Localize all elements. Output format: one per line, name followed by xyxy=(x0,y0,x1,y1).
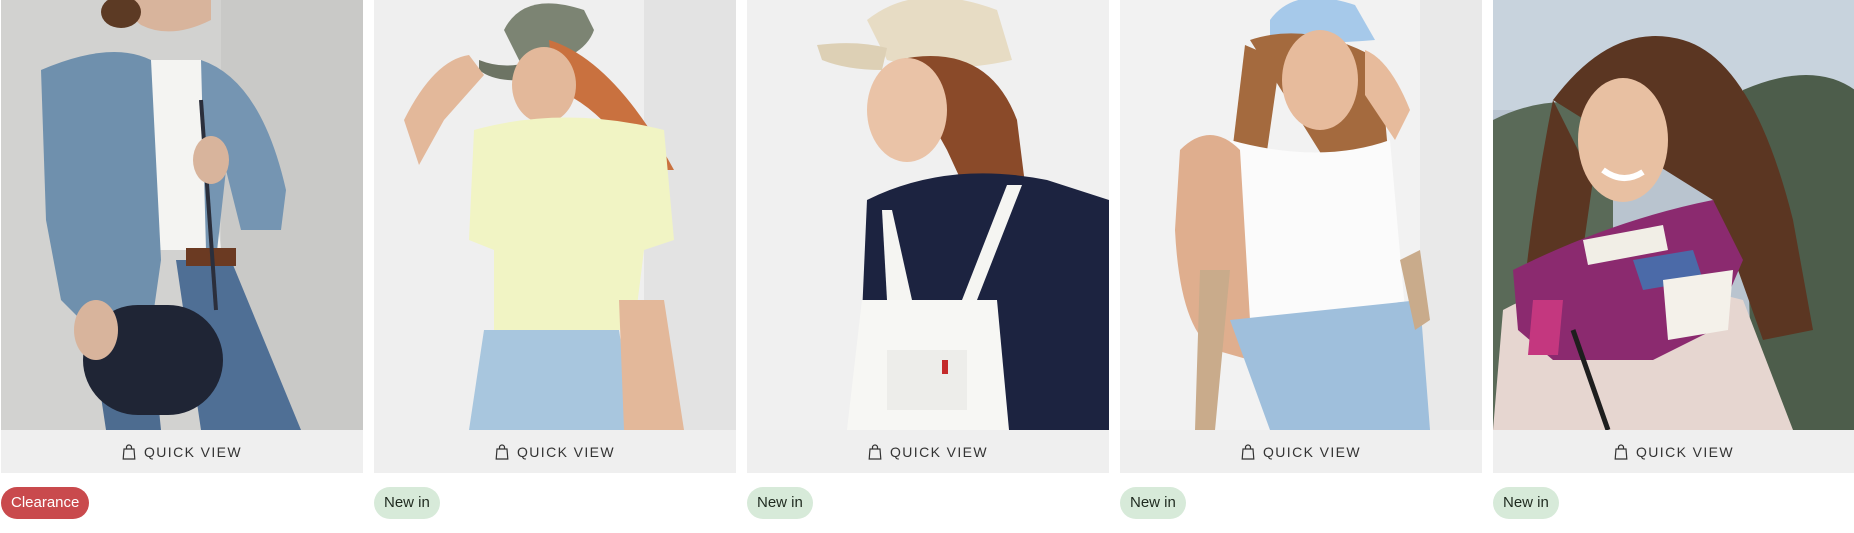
product-photo-khaki-cap xyxy=(374,0,736,430)
new-in-badge: New in xyxy=(1493,487,1559,519)
product-card[interactable]: QUICK VIEW New in xyxy=(1120,0,1482,533)
quick-view-button[interactable]: QUICK VIEW xyxy=(1493,430,1854,473)
quick-view-button[interactable]: QUICK VIEW xyxy=(1120,430,1482,473)
quick-view-button[interactable]: QUICK VIEW xyxy=(374,430,736,473)
quick-view-label: QUICK VIEW xyxy=(1262,443,1361,460)
product-photo-plaid-scarf xyxy=(1493,0,1854,430)
product-card[interactable]: QUICK VIEW New in xyxy=(374,0,736,533)
product-image[interactable] xyxy=(1120,0,1482,430)
product-card[interactable]: QUICK VIEW Clearance xyxy=(1,0,363,533)
quick-view-label: QUICK VIEW xyxy=(516,443,615,460)
quick-view-label: QUICK VIEW xyxy=(143,443,242,460)
product-photo-beige-cap-dungarees xyxy=(747,0,1109,430)
quick-view-label: QUICK VIEW xyxy=(1635,443,1734,460)
quick-view-button[interactable]: QUICK VIEW xyxy=(1,430,363,473)
shopping-bag-icon xyxy=(1614,443,1628,460)
new-in-badge: New in xyxy=(374,487,440,519)
product-grid: QUICK VIEW Clearance QUICK VIEW New in Q… xyxy=(0,0,1854,533)
product-card[interactable]: QUICK VIEW New in xyxy=(1493,0,1854,533)
product-photo-denim-jacket xyxy=(1,0,363,430)
product-photo-blue-cap-tank xyxy=(1120,0,1482,430)
new-in-badge: New in xyxy=(747,487,813,519)
shopping-bag-icon xyxy=(122,443,136,460)
clearance-badge: Clearance xyxy=(1,487,90,519)
new-in-badge: New in xyxy=(1120,487,1186,519)
product-image[interactable] xyxy=(1493,0,1854,430)
quick-view-button[interactable]: QUICK VIEW xyxy=(747,430,1109,473)
shopping-bag-icon xyxy=(868,443,882,460)
product-card[interactable]: QUICK VIEW New in xyxy=(747,0,1109,533)
quick-view-label: QUICK VIEW xyxy=(889,443,988,460)
shopping-bag-icon xyxy=(1241,443,1255,460)
shopping-bag-icon xyxy=(495,443,509,460)
product-image[interactable] xyxy=(747,0,1109,430)
product-image[interactable] xyxy=(374,0,736,430)
product-image[interactable] xyxy=(1,0,363,430)
